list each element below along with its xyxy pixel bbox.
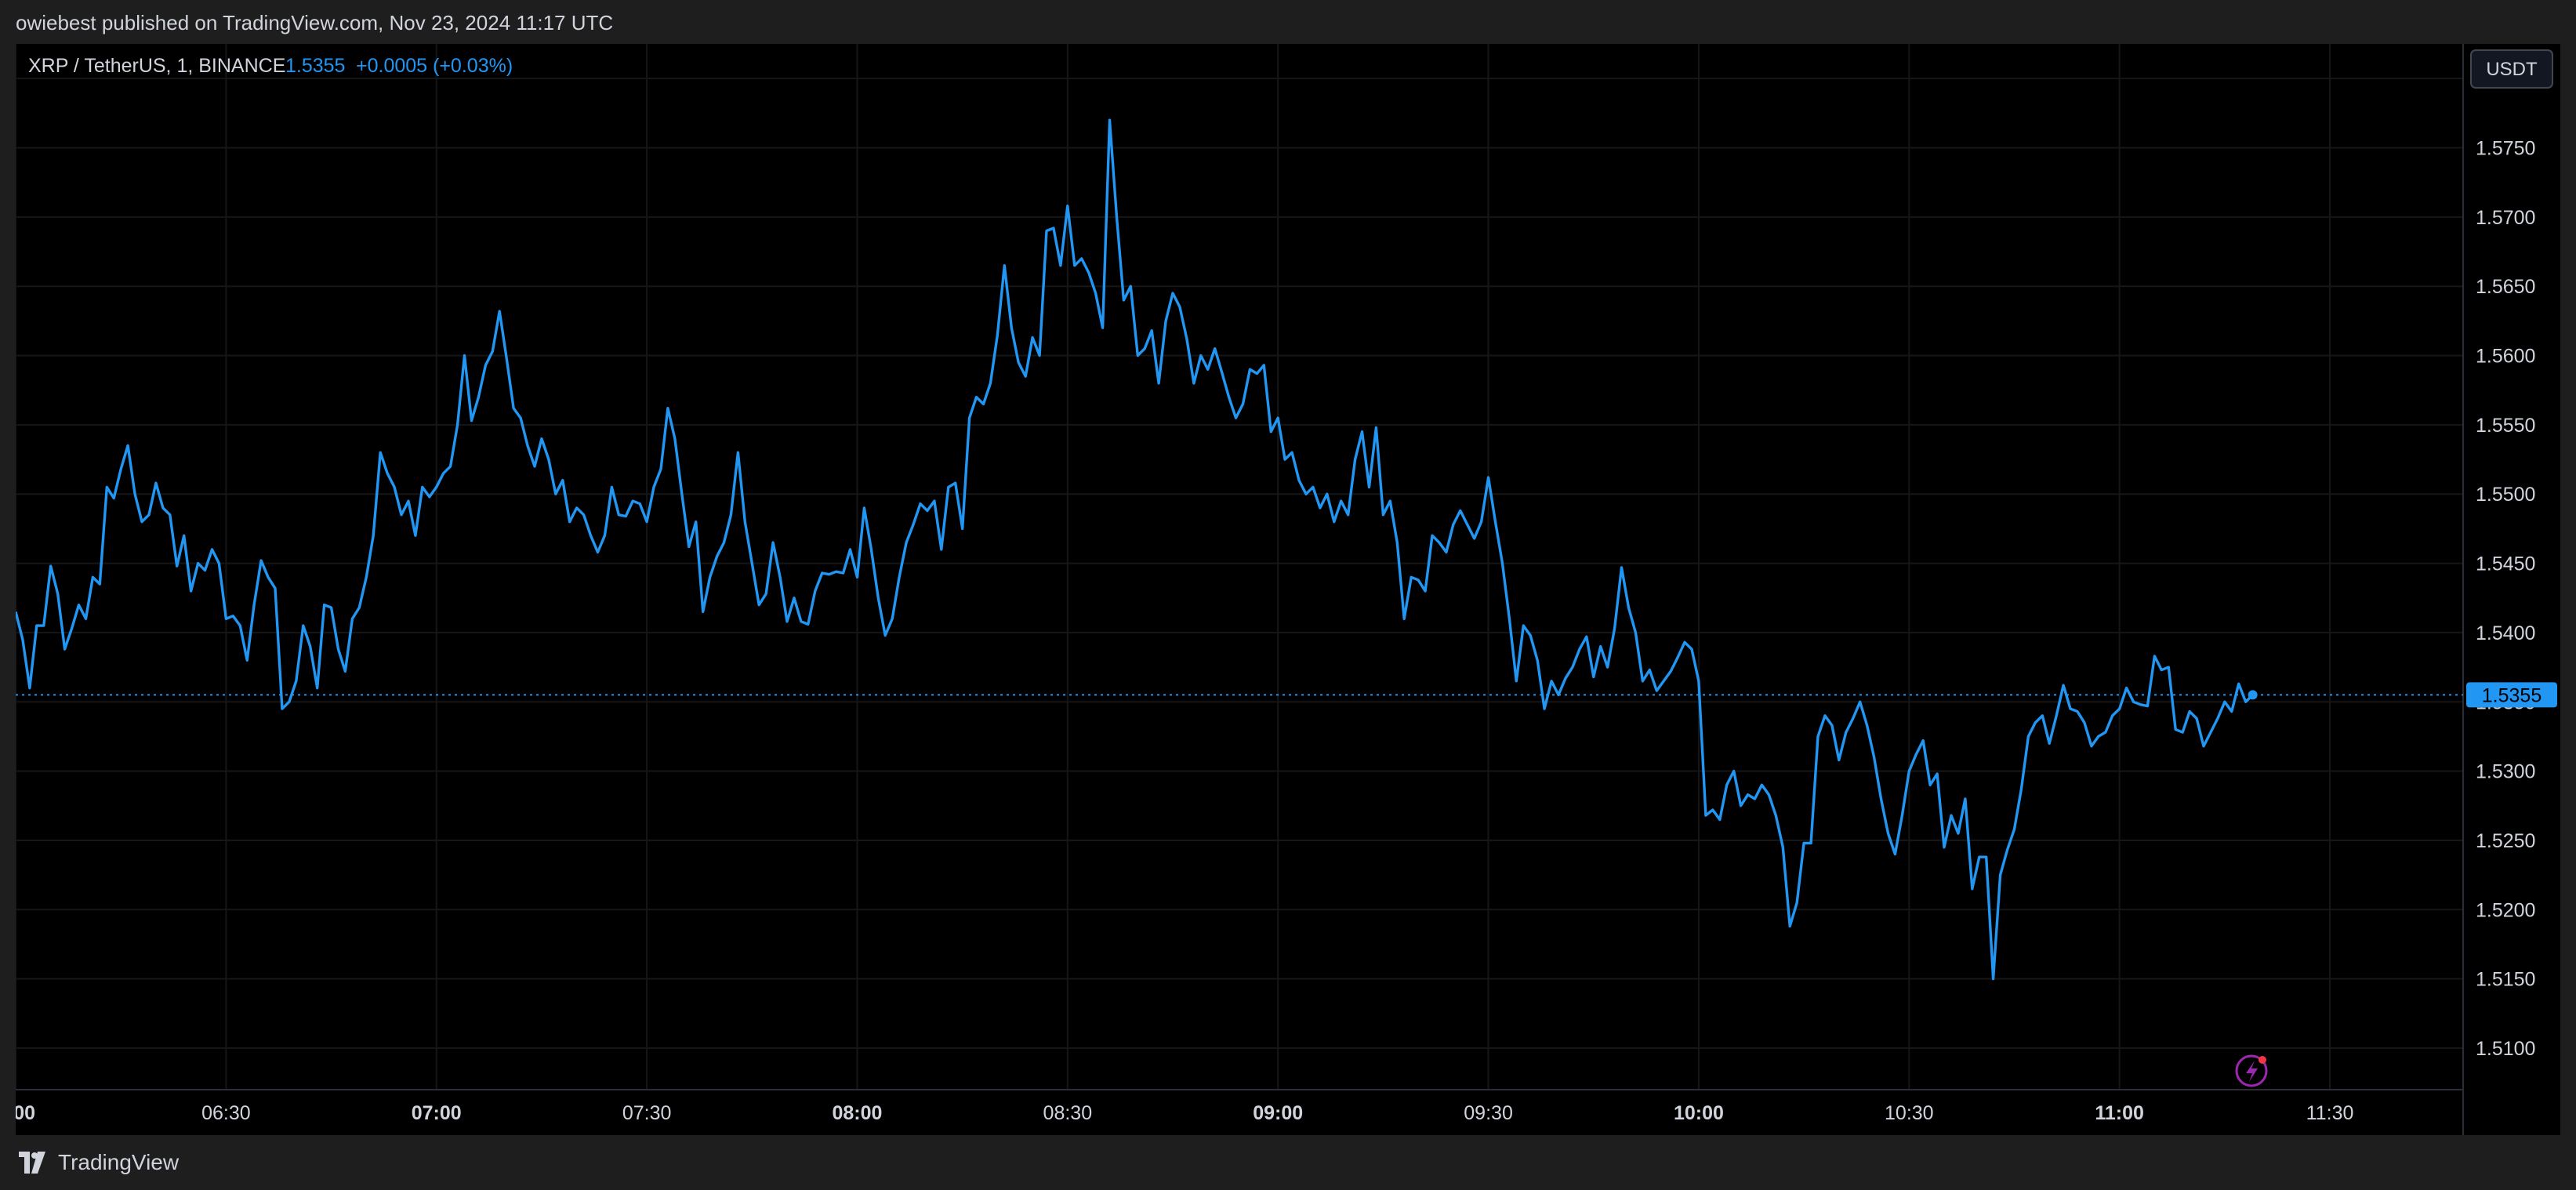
time-tick-label: 08:00 (832, 1102, 882, 1124)
footer: TradingView (0, 1135, 2576, 1190)
price-tick-label: 1.5700 (2476, 207, 2535, 229)
price-tick-label: 1.5550 (2476, 415, 2535, 437)
chart-background (16, 44, 2560, 1135)
time-tick-label: 07:30 (622, 1102, 672, 1124)
price-axis[interactable]: 1.58001.57501.57001.56501.56001.55501.55… (2476, 68, 2535, 1060)
price-change: +0.0005 (+0.03%) (356, 55, 513, 77)
time-tick-label: 07:00 (412, 1102, 462, 1124)
tradingview-logo-icon (19, 1152, 45, 1174)
price-tick-label: 1.5400 (2476, 622, 2535, 644)
symbol-label[interactable]: XRP / TetherUS, 1, BINANCE (28, 55, 285, 77)
time-tick-label: 08:30 (1043, 1102, 1093, 1124)
last-point-marker (2248, 690, 2258, 700)
price-tick-label: 1.5500 (2476, 484, 2535, 506)
price-tick-label: 1.5750 (2476, 138, 2535, 160)
time-tick-label: 10:00 (1674, 1102, 1724, 1124)
publish-header: owiebest published on TradingView.com, N… (0, 0, 2576, 44)
time-tick-label: 10:30 (1885, 1102, 1934, 1124)
time-tick-label: 6:00 (16, 1102, 35, 1124)
published-info: owiebest published on TradingView.com, N… (16, 11, 614, 34)
time-tick-label: 06:30 (201, 1102, 251, 1124)
notification-dot (2259, 1056, 2266, 1064)
last-price-badge-label: 1.5355 (2482, 684, 2542, 706)
tradingview-brand: TradingView (58, 1150, 180, 1174)
price-tick-label: 1.5600 (2476, 346, 2535, 368)
price-tick-label: 1.5200 (2476, 899, 2535, 921)
time-tick-label: 09:00 (1253, 1102, 1303, 1124)
price-chart[interactable]: 1.58001.57501.57001.56501.56001.55501.55… (16, 44, 2560, 1135)
time-tick-label: 09:30 (1464, 1102, 1513, 1124)
price-tick-label: 1.5450 (2476, 553, 2535, 575)
last-price-value: 1.5355 (285, 55, 345, 77)
price-tick-label: 1.5650 (2476, 276, 2535, 298)
time-tick-label: 11:30 (2306, 1102, 2354, 1124)
time-tick-label: 11:00 (2095, 1102, 2144, 1124)
price-tick-label: 1.5300 (2476, 761, 2535, 783)
price-tick-label: 1.5250 (2476, 830, 2535, 852)
tradingview-logo[interactable]: TradingView (16, 1149, 179, 1176)
chart-panel[interactable]: 1.58001.57501.57001.56501.56001.55501.55… (16, 44, 2560, 1135)
price-tick-label: 1.5100 (2476, 1038, 2535, 1060)
price-tick-label: 1.5150 (2476, 969, 2535, 991)
currency-label: USDT (2486, 59, 2538, 80)
